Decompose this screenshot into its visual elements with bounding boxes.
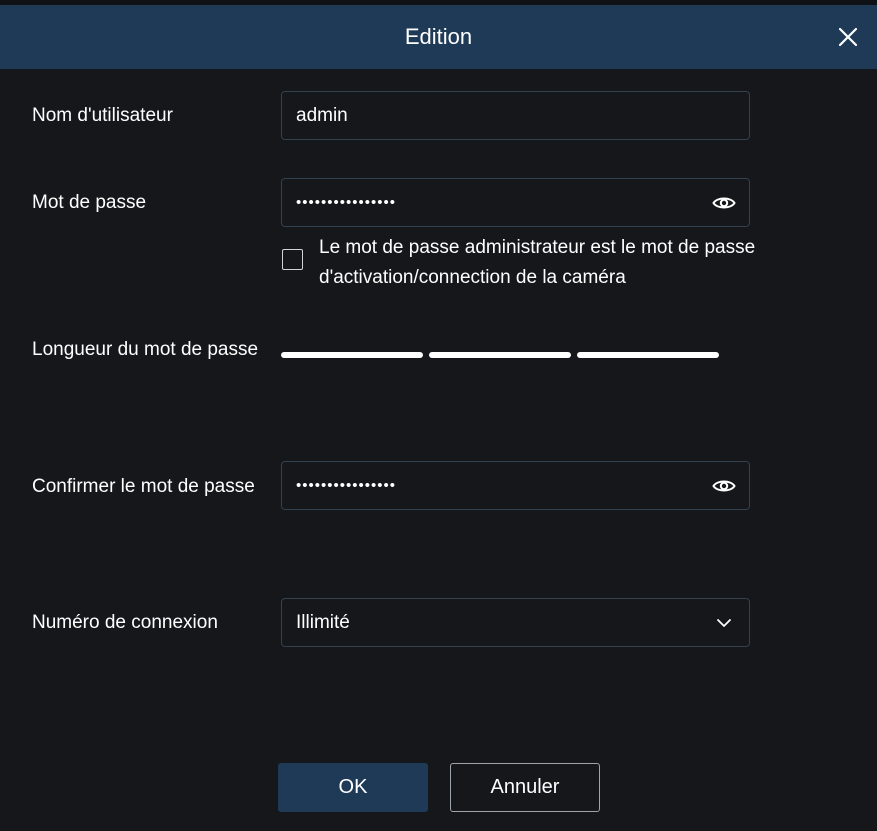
username-input[interactable] [296, 104, 696, 127]
dialog-titlebar: Edition [0, 5, 877, 69]
strength-segment [577, 352, 719, 358]
ok-button[interactable]: OK [278, 763, 428, 812]
dialog-title: Edition [404, 24, 473, 49]
connection-number-label: Numéro de connexion [32, 612, 218, 633]
confirm-password-field[interactable] [281, 461, 750, 510]
username-field[interactable] [281, 91, 750, 140]
confirm-password-label: Confirmer le mot de passe [32, 476, 255, 497]
connection-number-value: Illimité [296, 611, 350, 633]
eye-icon[interactable] [711, 474, 737, 498]
username-label: Nom d'utilisateur [32, 105, 173, 126]
admin-password-checkbox[interactable] [282, 249, 303, 270]
edit-user-dialog: Edition Nom d'utilisateur Mot de passe L… [0, 0, 877, 831]
password-strength-meter [281, 352, 719, 358]
strength-segment [429, 352, 571, 358]
confirm-password-input[interactable] [296, 477, 696, 494]
admin-password-checkbox-label: Le mot de passe administrateur est le mo… [319, 237, 756, 288]
connection-number-select[interactable]: Illimité [281, 598, 750, 647]
close-icon[interactable] [837, 26, 859, 48]
password-input[interactable] [296, 194, 696, 211]
password-length-label: Longueur du mot de passe [32, 339, 259, 360]
password-label: Mot de passe [32, 192, 147, 213]
chevron-down-icon[interactable] [711, 611, 737, 635]
cancel-button[interactable]: Annuler [450, 763, 600, 812]
strength-segment [281, 352, 423, 358]
password-field[interactable] [281, 178, 750, 227]
eye-icon[interactable] [711, 191, 737, 215]
